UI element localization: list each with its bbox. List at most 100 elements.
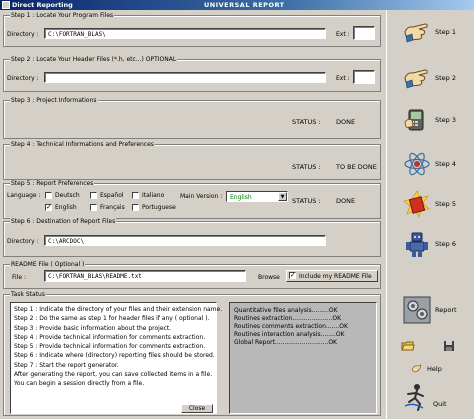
step4-legend: Step 4 : Technical Informations and Pref… [10, 141, 155, 148]
report-line: Global Report...........................… [234, 339, 337, 346]
step1-ext-input[interactable] [353, 26, 375, 40]
quit-button[interactable]: Quit [403, 382, 463, 414]
step1-ext-label: Ext : [336, 31, 350, 38]
readme-file-input[interactable]: C:\FORTRAN_BLAS\README.txt [44, 270, 246, 282]
step3-group: Step 3 : Project Informations STATUS : D… [3, 97, 381, 139]
main-version-value: English [230, 194, 252, 201]
app-title: UNIVERSAL REPORT [204, 1, 285, 9]
lang-espanol-checkbox[interactable] [90, 192, 97, 199]
step4-status-label: STATUS : [292, 163, 321, 171]
task-line: Step 3 : Provide basic information about… [14, 324, 172, 332]
step2-ext-input[interactable] [353, 70, 375, 84]
step6-directory-input[interactable]: C:\ARCDOC\ [44, 235, 326, 246]
sidebar-step1-label: Step 1 [435, 28, 457, 36]
step3-legend: Step 3 : Project Informations [10, 97, 98, 104]
step5-legend: Step 5 : Report Preferences [10, 180, 95, 187]
include-readme-toggle[interactable]: ✓ Include my README File [286, 270, 378, 282]
sidebar-step1-button[interactable]: Step 1 [387, 12, 474, 54]
sidebar-step6-label: Step 6 [435, 240, 457, 248]
step3-status-label: STATUS : [292, 118, 321, 126]
step1-legend: Step 1 : Locate Your Program Files [10, 12, 115, 19]
step2-group: Step 2 : Locate Your Header Files (*.h, … [3, 56, 381, 92]
lang-deutsch-label: Deutsch [55, 192, 80, 199]
window-title: Direct Reporting [12, 1, 73, 9]
help-button[interactable]: Help [411, 362, 451, 376]
step1-dir-label: Directory : [7, 31, 39, 38]
step4-status-value: TO BE DONE [336, 163, 377, 171]
sidebar-step3-button[interactable]: Step 3 [387, 100, 474, 142]
sidebar-step3-label: Step 3 [435, 116, 457, 124]
sidebar-step6-button[interactable]: Step 6 [387, 224, 474, 266]
report-button[interactable]: Report [403, 296, 469, 326]
chevron-down-icon[interactable]: ▼ [278, 192, 287, 201]
readme-legend: README File ( Optional ) [10, 261, 86, 268]
sidebar-step4-button[interactable]: Step 4 [387, 144, 474, 186]
step3-status-value: DONE [336, 118, 356, 126]
task-status-group: Task Status Step 1 : Indicate the direct… [3, 291, 381, 416]
open-folder-icon[interactable] [401, 340, 415, 352]
help-label: Help [427, 365, 442, 373]
include-readme-checkbox[interactable]: ✓ [289, 272, 296, 279]
step6-legend: Step 6 : Destination of Report Files [10, 218, 117, 225]
lang-francais-checkbox[interactable] [90, 204, 97, 211]
handheld-device-icon [404, 109, 424, 131]
gears-icon [403, 296, 431, 324]
main-version-select[interactable]: English ▼ [226, 191, 288, 202]
help-icon [411, 364, 422, 373]
robot-icon [406, 232, 428, 257]
app-icon [2, 1, 10, 9]
step2-dir-label: Directory : [7, 75, 39, 82]
step6-dir-label: Directory : [7, 238, 39, 245]
task-line: Step 1 : Indicate the directory of your … [14, 306, 223, 313]
task-line: Step 5 : Provide technical information f… [14, 343, 206, 351]
close-button[interactable]: Close [181, 404, 213, 413]
task-line: Step 2 : Do the same as step 1 for heade… [14, 315, 210, 323]
readme-file-label: File : [12, 274, 26, 281]
lang-espanol-label: Español [100, 192, 124, 199]
report-progress-box: Quantitative files analysis.........OK R… [229, 302, 377, 414]
pointing-hand-icon [404, 23, 428, 43]
lang-english-label: English [55, 204, 77, 211]
sidebar-step5-label: Step 5 [435, 200, 457, 208]
sidebar-step4-label: Step 4 [435, 160, 457, 168]
sidebar: Step 1 Step 2 Step 3 Step 4 Step 5 Step … [386, 10, 474, 419]
report-line: Quantitative files analysis.........OK [234, 307, 338, 314]
step5-group: Step 5 : Report Preferences Language : D… [3, 180, 381, 219]
task-line: Step 4 : Provide technical information f… [14, 333, 206, 341]
lang-italiano-checkbox[interactable] [132, 192, 139, 199]
save-disk-icon[interactable] [443, 340, 455, 352]
lang-deutsch-checkbox[interactable] [45, 192, 52, 199]
report-line: Routines comments extraction.......OK [234, 323, 348, 330]
readme-group: README File ( Optional ) File : C:\FORTR… [3, 261, 381, 289]
lang-francais-label: Français [100, 204, 125, 211]
pointing-hand-icon [404, 69, 428, 89]
step6-group: Step 6 : Destination of Report Files Dir… [3, 218, 381, 257]
title-bar: Direct Reporting UNIVERSAL REPORT [0, 0, 474, 10]
task-instructions-box: Step 1 : Indicate the directory of your … [10, 302, 223, 414]
sidebar-step5-button[interactable]: Step 5 [387, 184, 474, 226]
language-label: Language : [7, 192, 41, 199]
report-line: Routines extraction.....................… [234, 315, 342, 322]
task-line: You can begin a session directly from a … [14, 380, 145, 388]
step2-legend: Step 2 : Locate Your Header Files (*.h, … [10, 56, 178, 63]
quit-label: Quit [433, 400, 447, 408]
step5-status-label: STATUS : [292, 197, 321, 205]
step2-directory-input[interactable] [44, 72, 326, 83]
task-status-legend: Task Status [10, 291, 46, 298]
report-line: Routines interaction analysis........OK [234, 331, 345, 338]
main-panel: Step 1 : Locate Your Program Files Direc… [0, 10, 386, 419]
atom-icon [404, 152, 430, 176]
browse-link[interactable]: Browse [258, 274, 280, 281]
task-line: Step 6 : Indicate where (directory) repo… [14, 352, 215, 360]
task-line: Step 7 : Start the report generator. [14, 361, 119, 369]
step4-group: Step 4 : Technical Informations and Pref… [3, 141, 381, 180]
report-label: Report [435, 306, 457, 314]
lang-portuguese-checkbox[interactable] [132, 204, 139, 211]
running-man-icon [404, 384, 424, 411]
step5-status-value: DONE [336, 197, 356, 205]
step1-group: Step 1 : Locate Your Program Files Direc… [3, 12, 381, 47]
lang-english-checkbox[interactable]: ✓ [45, 204, 52, 211]
sidebar-step2-button[interactable]: Step 2 [387, 58, 474, 100]
step1-directory-input[interactable]: C:\FORTRAN_BLAS\ [44, 28, 326, 39]
sidebar-step2-label: Step 2 [435, 74, 457, 82]
